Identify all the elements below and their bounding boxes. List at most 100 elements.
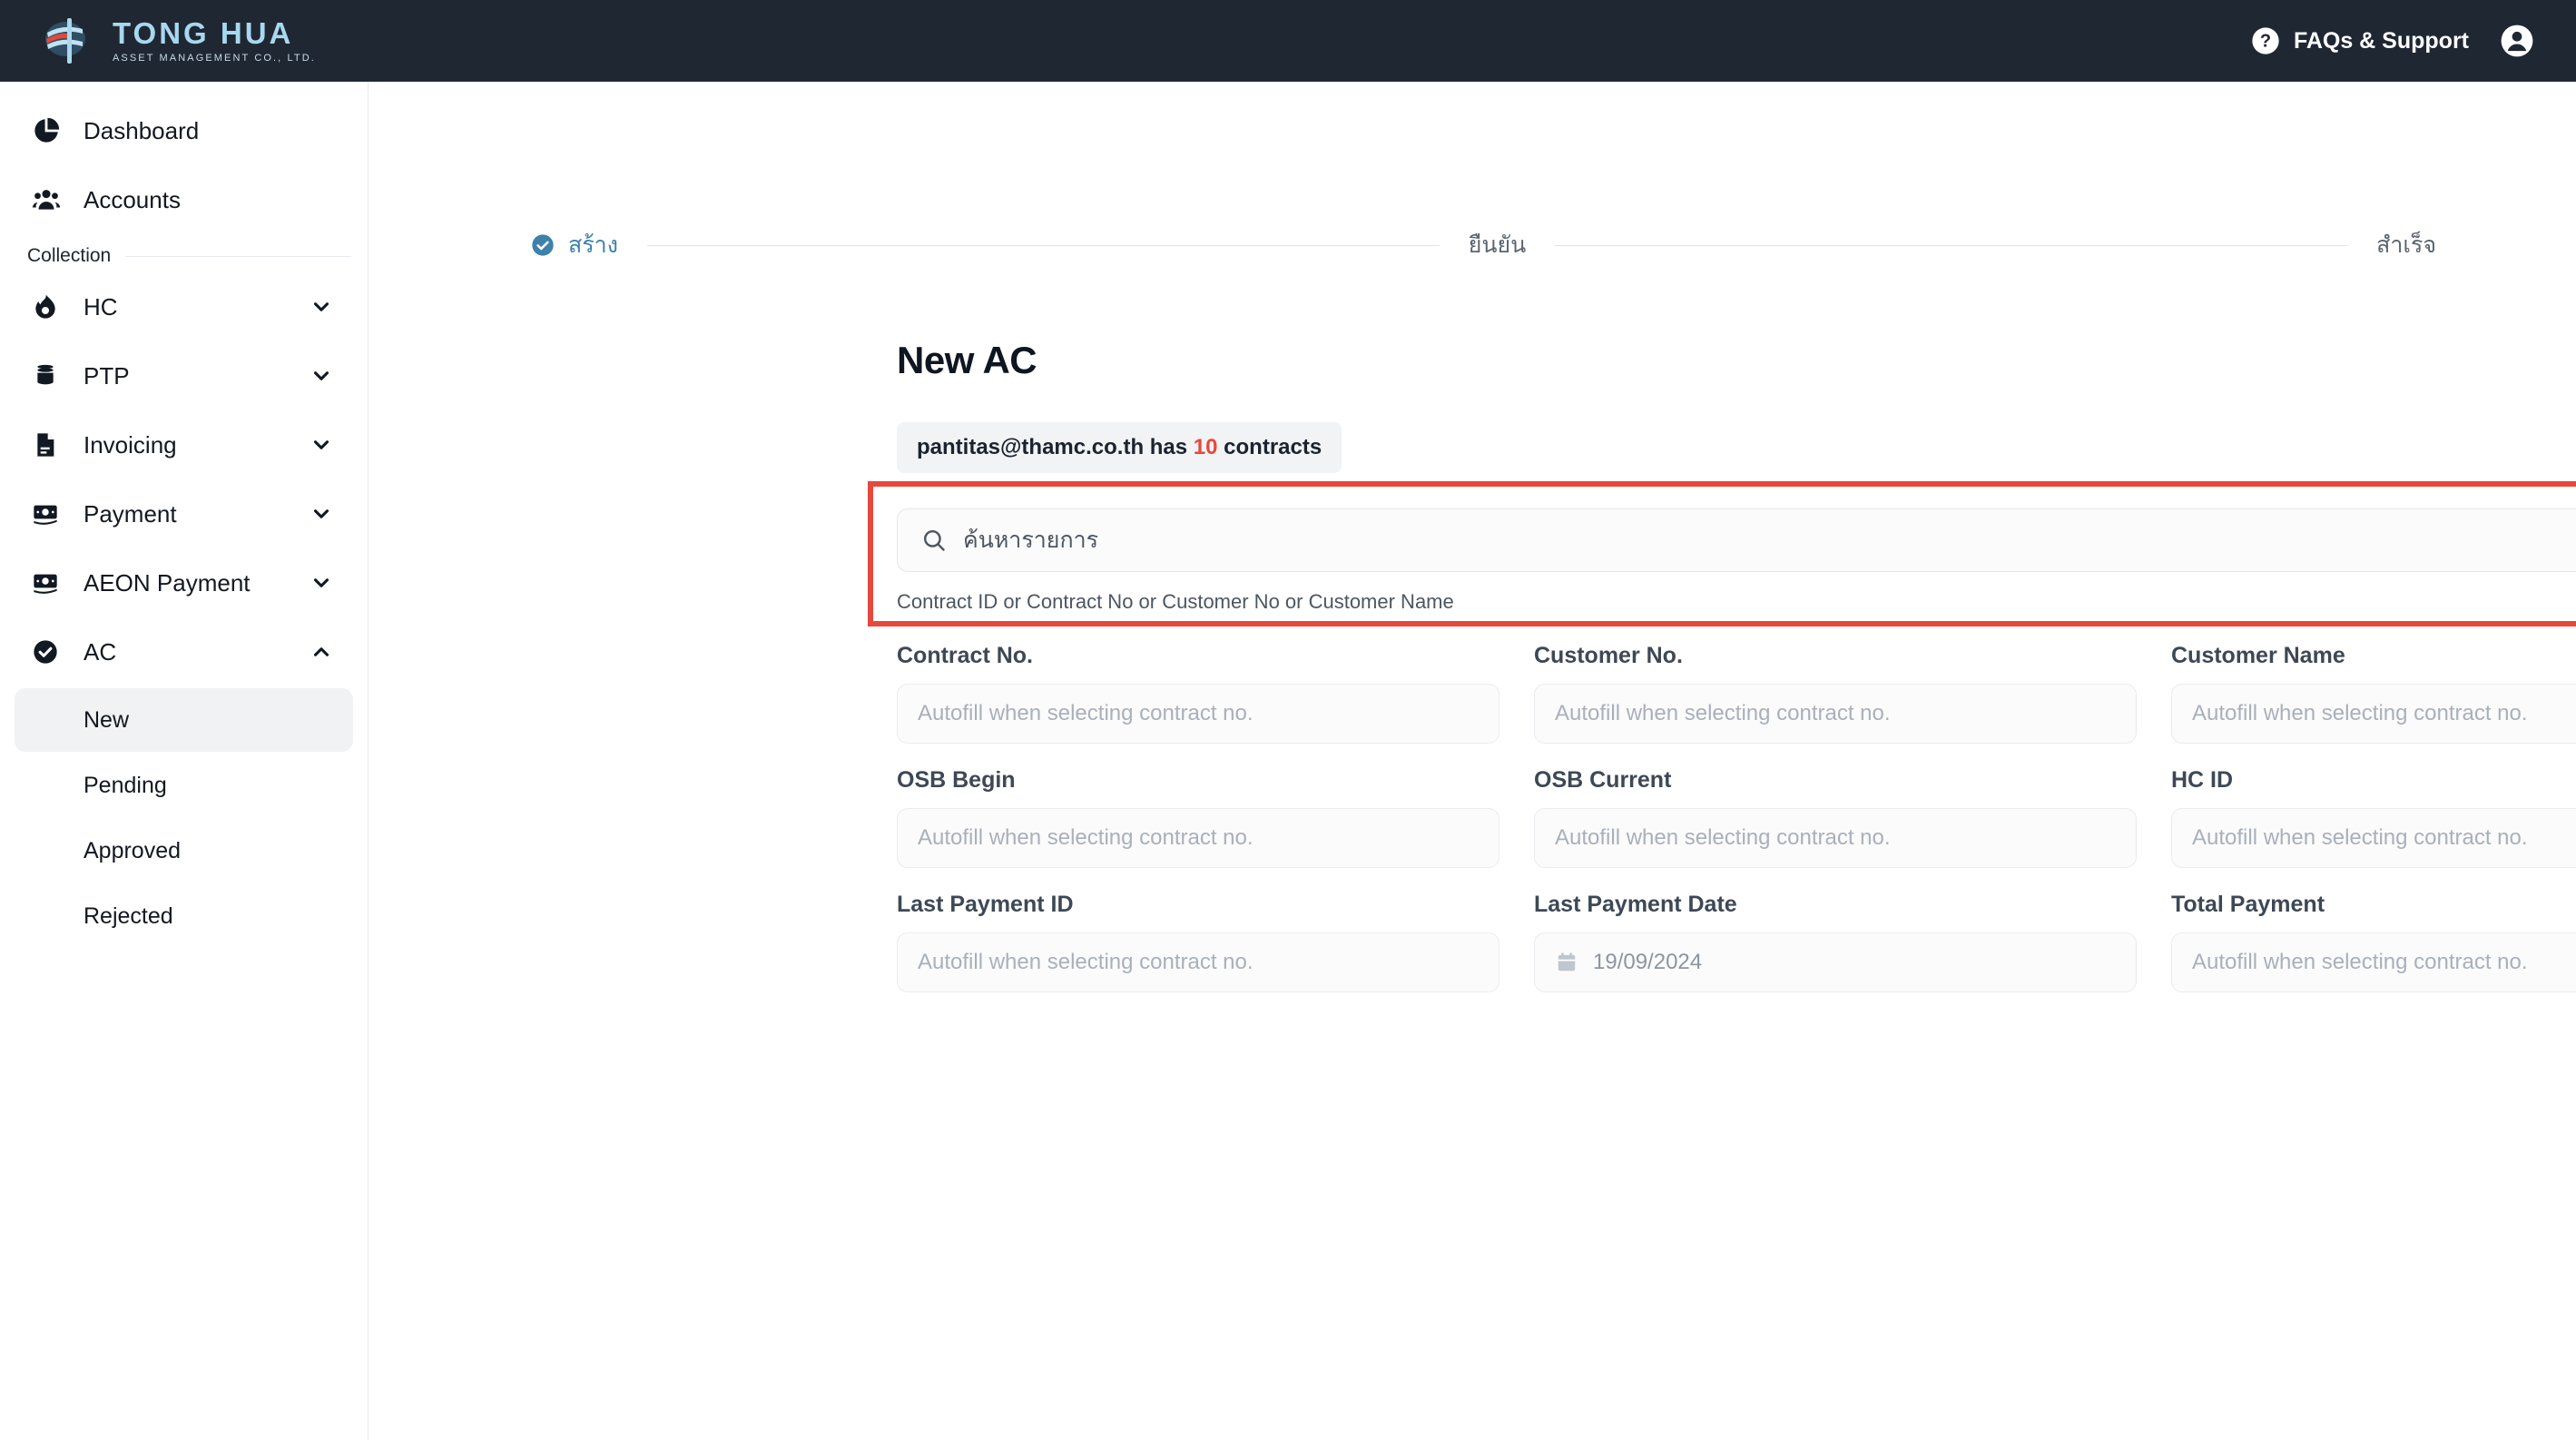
sidebar-item-dashboard[interactable]: Dashboard xyxy=(15,96,353,165)
sidebar-item-ac-approved[interactable]: Approved xyxy=(15,819,353,883)
sidebar-item-label: Invoicing xyxy=(84,430,177,459)
contract-no-input[interactable]: Autofill when selecting contract no. xyxy=(897,684,1499,744)
chevron-down-icon[interactable] xyxy=(306,364,337,388)
sidebar-item-accounts[interactable]: Accounts xyxy=(15,165,353,234)
osb-begin-input[interactable]: Autofill when selecting contract no. xyxy=(897,808,1499,868)
field-label: OSB Begin xyxy=(897,767,1016,793)
last-payment-date-value: 19/09/2024 xyxy=(1593,950,1703,974)
field-label: Last Payment Date xyxy=(1534,892,1737,917)
sidebar-subitem-label: Rejected xyxy=(84,902,173,929)
badge-contract-count: 10 xyxy=(1193,435,1218,459)
user-avatar-icon[interactable] xyxy=(2500,24,2534,58)
chevron-down-icon[interactable] xyxy=(306,571,337,595)
step-create[interactable]: สร้าง xyxy=(530,227,618,263)
step-label: ยืนยัน xyxy=(1468,232,1527,258)
progress-stepper: สร้าง ยืนยัน สำเร็จ xyxy=(530,227,2436,263)
brand-logo[interactable]: TONG HUA ASSET MANAGEMENT CO., LTD. xyxy=(40,15,316,67)
form-field-last-payment-id: Last Payment ID Autofill when selecting … xyxy=(897,892,1499,992)
form-field-contract-no: Contract No. Autofill when selecting con… xyxy=(897,643,1499,744)
form-field-osb-begin: OSB Begin Autofill when selecting contra… xyxy=(897,767,1499,868)
total-payment-input[interactable]: Autofill when selecting contract no. xyxy=(2171,932,2576,992)
form-field-customer-name: Customer Name Autofill when selecting co… xyxy=(2171,643,2576,744)
sidebar-item-label: Payment xyxy=(84,499,177,528)
sidebar-item-hc[interactable]: HC xyxy=(15,272,353,341)
hc-id-input[interactable]: Autofill when selecting contract no. xyxy=(2171,808,2576,868)
customer-no-input[interactable]: Autofill when selecting contract no. xyxy=(1534,684,2137,744)
search-input-placeholder: ค้นหารายการ xyxy=(963,528,1099,553)
database-icon xyxy=(31,361,71,390)
field-placeholder: Autofill when selecting contract no. xyxy=(918,950,1254,974)
sidebar-item-ac-rejected[interactable]: Rejected xyxy=(15,884,353,948)
last-payment-id-input[interactable]: Autofill when selecting contract no. xyxy=(897,932,1499,992)
contract-count-badge: pantitas@thamc.co.th has 10 contracts xyxy=(897,422,1342,473)
sidebar-item-ac-pending[interactable]: Pending xyxy=(15,754,353,817)
field-label: Total Payment xyxy=(2171,892,2325,917)
badge-suffix-text: contracts xyxy=(1217,435,1322,459)
top-header-bar: TONG HUA ASSET MANAGEMENT CO., LTD. ? FA… xyxy=(0,0,2576,82)
field-label: OSB Current xyxy=(1534,767,1672,793)
sidebar-item-label: HC xyxy=(84,292,118,321)
sidebar-item-ac-new[interactable]: New xyxy=(15,688,353,752)
step-success[interactable]: สำเร็จ xyxy=(2376,227,2436,263)
osb-current-input[interactable]: Autofill when selecting contract no. xyxy=(1534,808,2137,868)
step-confirm[interactable]: ยืนยัน xyxy=(1469,227,1526,263)
sidebar-item-aeon-payment[interactable]: AEON Payment xyxy=(15,548,353,617)
sidebar-item-ptp[interactable]: PTP xyxy=(15,341,353,410)
chevron-down-icon[interactable] xyxy=(306,433,337,457)
faqs-support-link[interactable]: ? FAQs & Support xyxy=(2251,26,2469,55)
sidebar-nav: Dashboard Accounts Collection HC PTP Inv… xyxy=(0,82,369,1440)
help-circle-icon: ? xyxy=(2252,27,2279,54)
contract-form-grid: Contract No. Autofill when selecting con… xyxy=(897,643,2576,992)
sidebar-section-collection: Collection xyxy=(27,245,351,267)
sidebar-subitem-label: Pending xyxy=(84,772,167,798)
sidebar-subitem-label: Approved xyxy=(84,837,182,863)
field-placeholder: Autofill when selecting contract no. xyxy=(918,701,1254,725)
sidebar-item-label: Accounts xyxy=(84,185,181,213)
form-field-total-payment: Total Payment Autofill when selecting co… xyxy=(2171,892,2576,992)
field-label: Contract No. xyxy=(897,643,1033,668)
page-title: New AC xyxy=(897,339,1037,381)
step-connector xyxy=(1555,244,2348,246)
sidebar-item-invoicing[interactable]: Invoicing xyxy=(15,410,353,479)
customer-name-input[interactable]: Autofill when selecting contract no. xyxy=(2171,684,2576,744)
field-placeholder: Autofill when selecting contract no. xyxy=(2192,825,2528,850)
chevron-down-icon[interactable] xyxy=(306,295,337,319)
last-payment-date-input[interactable]: 19/09/2024 xyxy=(1534,932,2137,992)
chevron-down-icon[interactable] xyxy=(306,502,337,526)
faqs-support-label: FAQs & Support xyxy=(2293,27,2469,54)
form-field-last-payment-date: Last Payment Date 19/09/2024 xyxy=(1534,892,2137,992)
badge-prefix-text: pantitas@thamc.co.th has xyxy=(917,435,1194,459)
step-label: สร้าง xyxy=(568,232,618,258)
search-help-text: Contract ID or Contract No or Customer N… xyxy=(897,590,1454,613)
main-content: สร้าง ยืนยัน สำเร็จ New AC pantitas@tham… xyxy=(369,82,2576,1440)
svg-text:?: ? xyxy=(2260,32,2271,52)
form-field-hc-id: HC ID Autofill when selecting contract n… xyxy=(2171,767,2576,868)
step-label: สำเร็จ xyxy=(2376,232,2436,258)
chevron-up-icon[interactable] xyxy=(306,640,337,664)
step-connector xyxy=(646,244,1440,246)
sidebar-item-label: AEON Payment xyxy=(84,568,251,597)
sidebar-item-label: AC xyxy=(84,637,117,666)
brand-subtitle: ASSET MANAGEMENT CO., LTD. xyxy=(113,52,316,64)
form-field-customer-no: Customer No. Autofill when selecting con… xyxy=(1534,643,2137,744)
sidebar-section-label: Collection xyxy=(27,245,112,266)
document-icon xyxy=(31,430,71,459)
pie-chart-icon xyxy=(31,115,71,146)
field-label: Customer Name xyxy=(2171,643,2345,668)
sidebar-item-payment[interactable]: Payment xyxy=(15,479,353,548)
form-field-osb-current: OSB Current Autofill when selecting cont… xyxy=(1534,767,2137,868)
sidebar-subitem-label: New xyxy=(84,706,130,733)
field-placeholder: Autofill when selecting contract no. xyxy=(918,825,1254,850)
check-circle-icon xyxy=(31,637,71,666)
field-label: Last Payment ID xyxy=(897,892,1074,917)
search-input[interactable]: ค้นหารายการ xyxy=(897,508,2576,572)
sidebar-item-label: PTP xyxy=(84,361,130,390)
search-section: ค้นหารายการ Contract ID or Contract No o… xyxy=(897,508,2576,614)
check-circle-icon xyxy=(532,234,554,256)
field-label: Customer No. xyxy=(1534,643,1683,668)
banknote-icon xyxy=(31,499,71,528)
banknote-icon xyxy=(31,568,71,597)
tong-hua-logo-icon xyxy=(45,18,85,64)
field-label: HC ID xyxy=(2171,767,2234,793)
sidebar-item-ac[interactable]: AC xyxy=(15,617,353,686)
